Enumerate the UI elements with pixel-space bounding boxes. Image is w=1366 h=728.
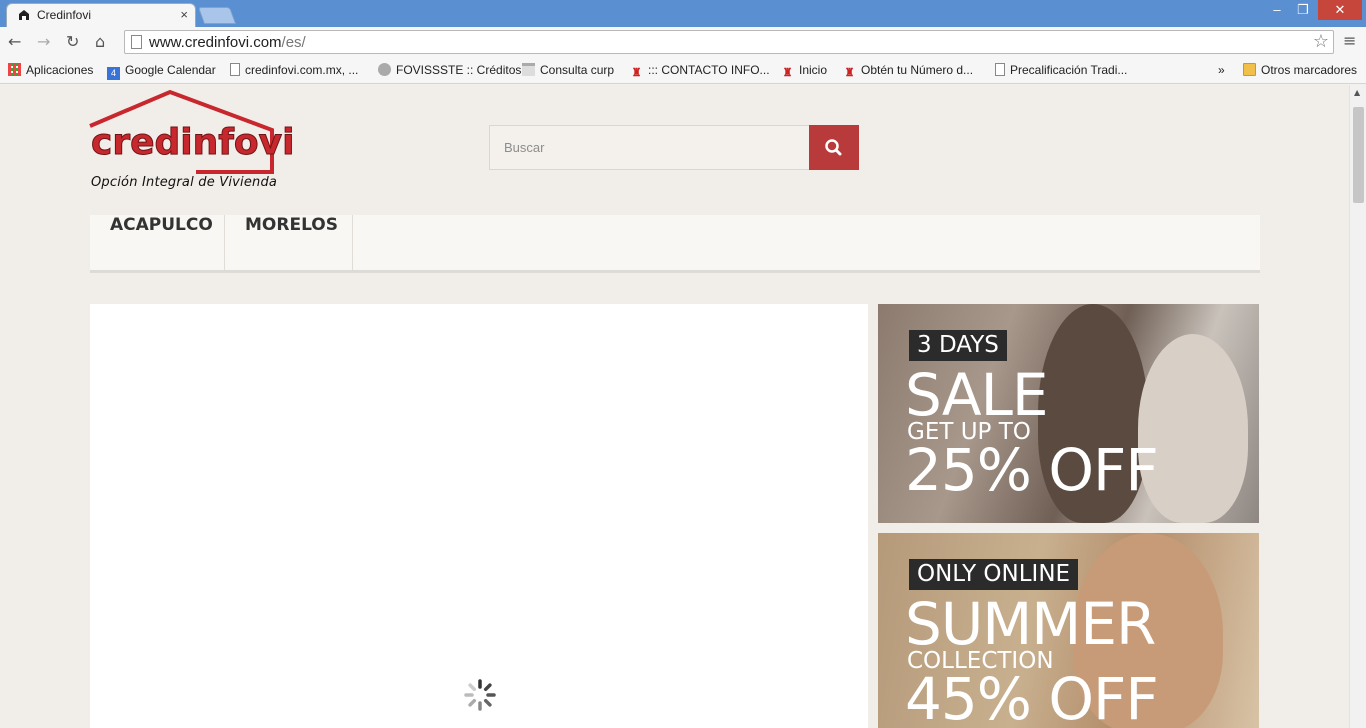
main-slider[interactable] (90, 304, 868, 728)
shield-icon (378, 63, 391, 76)
address-bar[interactable]: www.credinfovi.com/es/ ☆ (124, 30, 1334, 54)
browser-tab[interactable]: Credinfovi × (6, 3, 196, 27)
browser-toolbar: ← → ↻ ⌂ www.credinfovi.com/es/ ☆ ≡ (0, 27, 1366, 58)
promo-banner-sale[interactable]: 3 DAYS SALE GET UP TO 25% OFF (878, 304, 1259, 523)
page-icon (230, 63, 240, 76)
loading-spinner-icon (464, 679, 496, 711)
bookmark-inicio[interactable]: ♜ Inicio (781, 63, 827, 80)
new-tab-button[interactable] (197, 7, 237, 24)
page-scrollbar[interactable]: ▲ (1349, 85, 1366, 728)
apps-grid-icon (8, 63, 21, 76)
banner-tag: 3 DAYS (909, 330, 1007, 361)
search-button[interactable] (809, 125, 859, 170)
site-favicon-icon (19, 10, 29, 20)
bookmarks-overflow-button[interactable]: » (1218, 63, 1225, 77)
bookmark-fovissste[interactable]: FOVISSSTE :: Créditos (378, 63, 521, 77)
page-viewport: credinfovi Opción Integral de Vivienda A… (0, 85, 1349, 728)
browser-menu-icon[interactable]: ≡ (1343, 31, 1356, 50)
reload-icon[interactable]: ↻ (66, 32, 79, 51)
main-navigation: ACAPULCO MORELOS (90, 215, 1260, 273)
calendar-icon: 4 (107, 67, 120, 80)
banner-tag: ONLY ONLINE (909, 559, 1079, 590)
scroll-up-arrow-icon[interactable]: ▲ (1354, 88, 1360, 97)
bookmark-precalificacion[interactable]: Precalificación Tradi... (995, 63, 1127, 77)
browser-titlebar: Credinfovi × – ❐ ✕ (0, 0, 1366, 27)
nav-item-acapulco[interactable]: ACAPULCO (90, 215, 225, 270)
bookmark-label: credinfovi.com.mx, ... (245, 63, 359, 77)
bookmark-label: Google Calendar (125, 63, 216, 77)
page-icon (131, 35, 142, 49)
page-flat-icon (522, 63, 535, 76)
banner-offer: 45% OFF (905, 665, 1159, 728)
banner-offer: 25% OFF (905, 436, 1159, 504)
promo-banner-summer[interactable]: ONLY ONLINE SUMMER COLLECTION 45% OFF (878, 533, 1259, 728)
infonavit-icon: ♜ (844, 67, 855, 79)
bookmark-label: Consulta curp (540, 63, 615, 77)
bookmark-apps[interactable]: Aplicaciones (8, 63, 93, 77)
other-bookmarks-folder[interactable]: Otros marcadores (1243, 63, 1357, 77)
window-restore-button[interactable]: ❐ (1290, 0, 1316, 20)
banner-headline: SALE (905, 361, 1049, 429)
tab-title: Credinfovi (37, 8, 92, 22)
bookmark-label: Inicio (799, 63, 828, 77)
window-minimize-button[interactable]: – (1264, 0, 1290, 20)
tab-close-icon[interactable]: × (180, 7, 188, 22)
forward-arrow-icon[interactable]: → (37, 32, 50, 51)
folder-icon (1243, 63, 1256, 76)
bookmark-label: Aplicaciones (26, 63, 94, 77)
bookmark-star-icon[interactable]: ☆ (1313, 31, 1329, 52)
url-path: /es/ (281, 34, 306, 51)
bookmark-obten-numero[interactable]: ♜ Obtén tu Número d... (843, 63, 974, 80)
search-input[interactable] (489, 125, 809, 170)
nav-item-morelos[interactable]: MORELOS (225, 215, 353, 270)
banner-headline: SUMMER (905, 590, 1156, 658)
bookmark-label: ::: CONTACTO INFO... (648, 63, 770, 77)
logo-wordmark: credinfovi (91, 122, 294, 163)
page-icon (995, 63, 1005, 76)
bookmark-label: Otros marcadores (1261, 63, 1358, 77)
window-close-button[interactable]: ✕ (1318, 0, 1362, 20)
logo-house-roof-icon: credinfovi (89, 89, 295, 174)
url-host: www.credinfovi.com (149, 34, 282, 51)
bookmark-contacto-info[interactable]: ♜::: CONTACTO INFO... (630, 63, 770, 80)
bookmark-consulta-curp[interactable]: Consulta curp (522, 63, 614, 77)
scrollbar-thumb[interactable] (1353, 107, 1364, 203)
bookmark-google-calendar[interactable]: 4 Google Calendar (107, 63, 216, 80)
bookmark-credinfovi-mx[interactable]: credinfovi.com.mx, ... (230, 63, 358, 77)
site-logo[interactable]: credinfovi Opción Integral de Vivienda (88, 88, 303, 196)
home-icon[interactable]: ⌂ (95, 32, 105, 51)
search-form (489, 125, 859, 170)
bookmarks-bar: Aplicaciones 4 Google Calendar credinfovi… (0, 58, 1366, 84)
bookmark-label: FOVISSSTE :: Créditos (396, 63, 522, 77)
search-icon (825, 139, 842, 156)
bookmark-label: Precalificación Tradi... (1010, 63, 1128, 77)
logo-tagline: Opción Integral de Vivienda (91, 175, 278, 190)
bookmark-label: Obtén tu Número d... (861, 63, 974, 77)
back-arrow-icon[interactable]: ← (8, 32, 21, 51)
infonavit-icon: ♜ (631, 67, 642, 79)
infonavit-icon: ♜ (782, 67, 793, 79)
address-url[interactable]: www.credinfovi.com/es/ (149, 34, 306, 51)
